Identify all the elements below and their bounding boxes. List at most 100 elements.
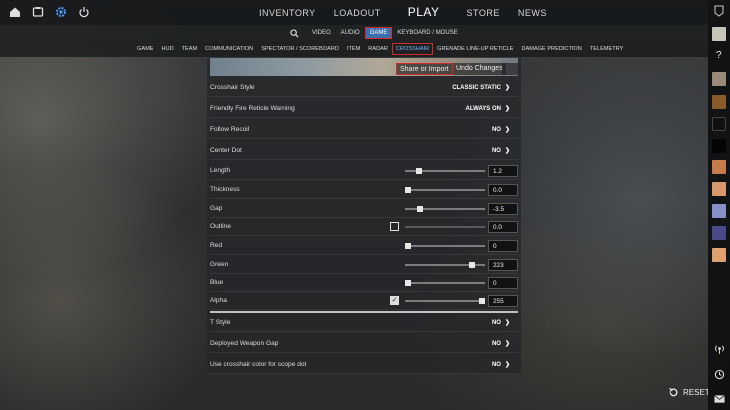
tab-game[interactable]: GAME [364,27,393,39]
setting-label: Thickness [210,186,240,193]
length-input[interactable]: 1.2 [488,165,518,177]
gap-input[interactable]: -3.5 [488,203,518,215]
avatar[interactable] [712,226,726,240]
setting-friendly-fire-warning: Friendly Fire Reticle Warning ALWAYS ON … [210,100,518,118]
subtab-communication[interactable]: COMMUNICATION [201,46,257,52]
nav-store[interactable]: STORE [458,0,509,25]
follow-recoil-dropdown[interactable]: NO ❯ [491,126,510,134]
subtab-hud[interactable]: HUD [157,46,177,52]
reset-icon [669,387,678,397]
alpha-checkbox[interactable]: ✓ [390,296,399,305]
setting-label: Friendly Fire Reticle Warning [210,105,295,112]
share-import-button[interactable]: Share or Import [396,63,453,75]
alpha-input[interactable]: 255 [488,295,518,307]
tab-keyboard-mouse[interactable]: KEYBOARD / MOUSE [392,30,462,36]
outline-slider[interactable] [405,226,485,228]
avatar[interactable] [712,160,726,174]
rank-badge-icon[interactable] [714,5,724,17]
slider-handle[interactable] [416,168,422,174]
subtab-game[interactable]: GAME [133,46,157,52]
setting-label: Center Dot [210,147,242,154]
center-dot-dropdown[interactable]: NO ❯ [491,147,510,155]
subtab-damage-prediction[interactable]: DAMAGE PREDICTION [518,46,586,52]
gap-slider[interactable] [405,206,485,212]
power-icon[interactable] [78,6,90,18]
blue-input[interactable]: 0 [488,277,518,289]
mail-icon[interactable] [714,394,725,404]
subtab-telemetry[interactable]: TELEMETRY [586,46,627,52]
red-input[interactable]: 0 [488,240,518,252]
t-style-dropdown[interactable]: NO ❯ [491,319,510,327]
reset-label: RESET [683,388,710,397]
avatar[interactable] [712,248,726,262]
subtab-item[interactable]: ITEM [343,46,364,52]
inventory-icon[interactable] [32,6,44,18]
settings-gear-icon[interactable] [55,6,67,18]
nav-loadout[interactable]: LOADOUT [325,0,390,25]
undo-changes-button[interactable]: Undo Changes [453,63,506,75]
tab-video[interactable]: VIDEO [307,30,336,36]
subtab-spectator-scoreboard[interactable]: SPECTATOR / SCOREBOARD [257,46,343,52]
avatar[interactable] [712,117,726,131]
setting-label: Green [210,261,229,268]
avatar[interactable] [712,95,726,109]
scope-dot-color-dropdown[interactable]: NO ❯ [492,361,510,369]
nav-play[interactable]: PLAY [390,0,458,25]
setting-length: Length 1.2 [210,162,518,180]
setting-t-style: T Style NO ❯ [210,314,518,332]
setting-label: Blue [210,279,224,286]
subtab-team[interactable]: TEAM [178,46,202,52]
setting-label: Use crosshair color for scope dot [210,361,307,368]
avatar[interactable] [712,27,726,41]
tab-audio[interactable]: AUDIO [336,30,365,36]
help-icon[interactable]: ? [716,50,722,61]
setting-label: Alpha [210,297,227,304]
friendly-fire-dropdown[interactable]: ALWAYS ON ❯ [466,105,510,113]
avatar[interactable] [712,182,726,196]
setting-gap: Gap -3.5 [210,200,518,218]
setting-center-dot: Center Dot NO ❯ [210,142,518,160]
chevron-down-icon: ❯ [504,320,510,326]
avatar[interactable] [712,139,726,153]
blue-slider[interactable] [405,280,485,286]
slider-handle[interactable] [417,206,423,212]
top-navigation-bar: INVENTORY LOADOUT PLAY STORE NEWS [0,0,708,25]
setting-label: Outline [210,223,231,230]
setting-deployed-weapon-gap: Deployed Weapon Gap NO ❯ [210,335,518,353]
preview-extra-button[interactable] [502,63,518,75]
dropdown-value: NO [491,126,501,133]
setting-label: Gap [210,205,223,212]
home-icon[interactable] [9,6,21,18]
dropdown-value: NO [491,147,501,154]
slider-handle[interactable] [405,280,411,286]
outline-checkbox[interactable] [390,222,399,231]
slider-handle[interactable] [479,298,485,304]
nav-inventory[interactable]: INVENTORY [250,0,325,25]
alpha-slider[interactable] [405,298,485,304]
subtab-radar[interactable]: RADAR [364,46,392,52]
slider-handle[interactable] [405,243,411,249]
search-icon[interactable] [290,28,299,38]
avatar[interactable] [712,204,726,218]
history-icon[interactable] [714,369,725,380]
thickness-input[interactable]: 0.0 [488,184,518,196]
outline-input[interactable]: 0.0 [488,221,518,233]
reset-button[interactable]: RESET [668,387,710,398]
length-slider[interactable] [405,168,485,174]
subtab-grenade-lineup-reticle[interactable]: GRENADE LINE-UP RETICLE [433,46,517,52]
chevron-down-icon: ❯ [504,106,510,112]
green-input[interactable]: 223 [488,259,518,271]
broadcast-icon[interactable] [714,343,725,354]
setting-outline: Outline 0.0 [210,218,518,236]
deployed-weapon-gap-dropdown[interactable]: NO ❯ [492,340,510,348]
crosshair-style-dropdown[interactable]: CLASSIC STATIC ❯ [452,84,510,92]
subtab-crosshair[interactable]: CROSSHAIR [391,43,434,55]
nav-news[interactable]: NEWS [509,0,556,25]
dropdown-value: NO [491,319,501,326]
slider-handle[interactable] [469,262,475,268]
slider-handle[interactable] [405,187,411,193]
green-slider[interactable] [405,262,485,268]
thickness-slider[interactable] [405,187,485,193]
avatar[interactable] [712,72,726,86]
red-slider[interactable] [405,243,485,249]
